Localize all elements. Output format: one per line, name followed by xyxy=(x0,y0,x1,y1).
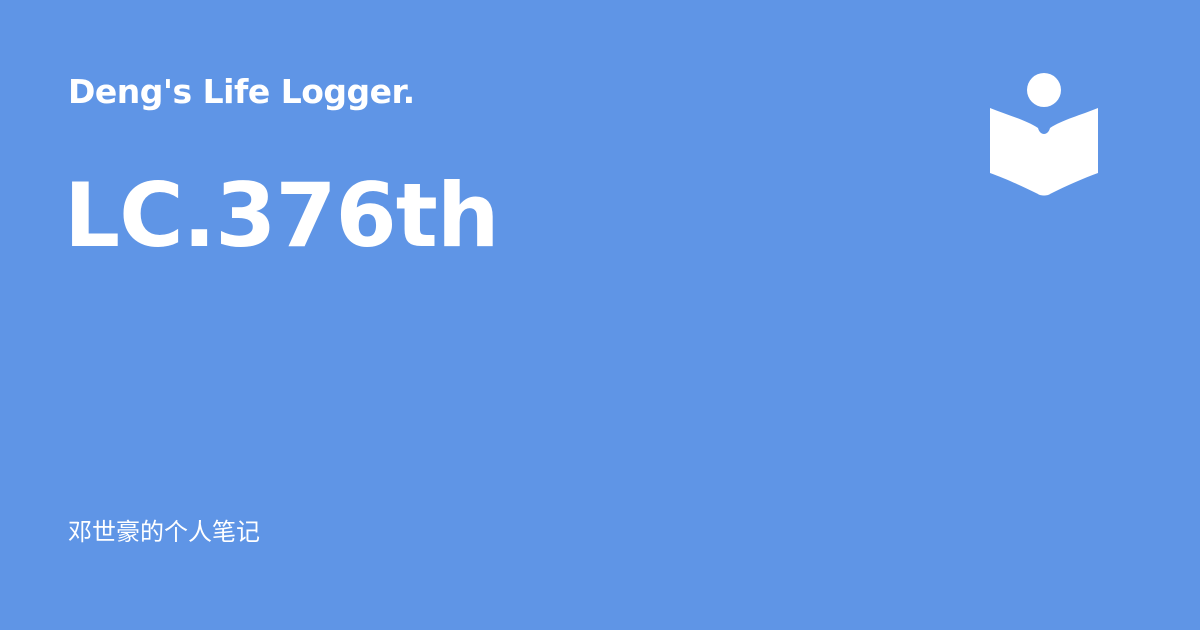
reader-book-icon xyxy=(990,73,1098,196)
post-title: LC.376th xyxy=(64,164,499,267)
site-title: Deng's Life Logger. xyxy=(68,72,415,111)
logo xyxy=(988,70,1100,198)
footer-text: 邓世豪的个人笔记 xyxy=(68,518,260,546)
